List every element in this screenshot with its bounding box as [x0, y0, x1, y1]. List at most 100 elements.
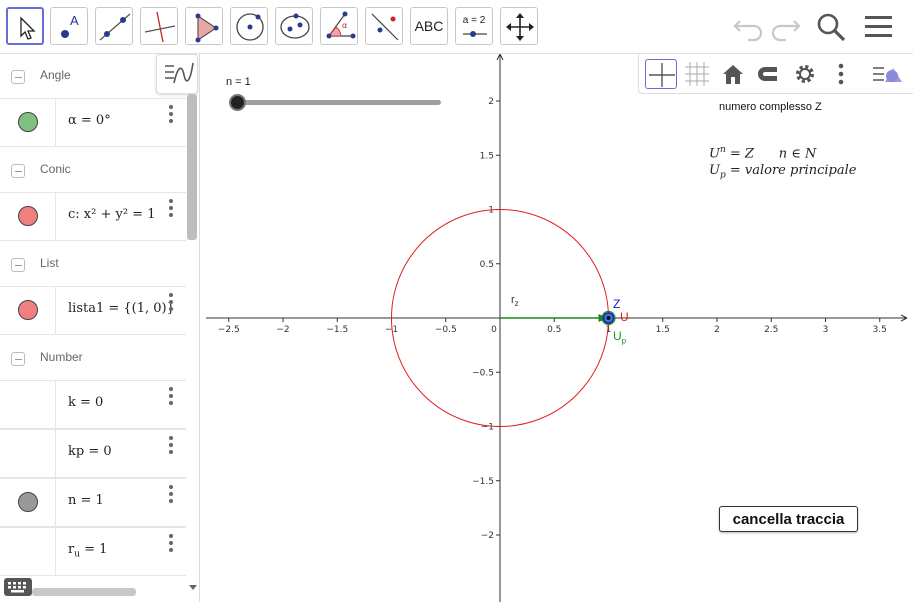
algebra-expression[interactable]: ru = 1	[68, 542, 107, 560]
label-rz: rz	[511, 294, 519, 309]
algebra-expression[interactable]: c: x² + y² = 1	[68, 207, 155, 222]
angle-icon	[326, 11, 356, 39]
algebra-row-lista1[interactable]: lista1 = {(1, 0)}	[0, 286, 186, 335]
angle-tool-button[interactable]: α	[320, 7, 358, 45]
show-axes-button[interactable]	[645, 59, 677, 89]
x-tick-label: −0.5	[435, 325, 457, 335]
visibility-marble-icon[interactable]	[18, 300, 38, 320]
reflect-tool-button[interactable]	[365, 7, 403, 45]
line-tool-button[interactable]	[95, 7, 133, 45]
x-tick-label: 3.5	[873, 325, 887, 335]
circle-tool-button[interactable]	[230, 7, 268, 45]
conic-tool-button[interactable]	[275, 7, 313, 45]
scrollbar-thumb[interactable]	[187, 94, 197, 240]
perpendicular-line-icon	[144, 11, 176, 43]
collapse-toggle-icon[interactable]	[11, 352, 25, 366]
algebra-view: Angle α = 0° Conic c: x² + y² = 1 List l…	[0, 54, 200, 602]
x-tick-label: 1.5	[656, 325, 670, 335]
y-tick-label: 1.5	[480, 151, 494, 161]
algebra-expression[interactable]: α = 0°	[68, 113, 111, 128]
algebra-expression[interactable]: kp = 0	[68, 444, 112, 459]
point-capturing-button[interactable]	[753, 59, 785, 89]
graphics-style-toggle-button[interactable]	[871, 59, 903, 89]
algebra-row-kp[interactable]: kp = 0	[0, 429, 186, 478]
algebra-row-n[interactable]: n = 1	[0, 478, 186, 527]
point-tool-button[interactable]: A	[50, 7, 88, 45]
slider-n-knob[interactable]	[229, 94, 246, 111]
perpendicular-tool-button[interactable]	[140, 7, 178, 45]
graphics-settings-button[interactable]	[789, 59, 821, 89]
graphics-view[interactable]: −2.5 −2 −1.5 −1 −0.5 0 0.5 1 1.5 2 2.5 3 3.5 2 1.5 1 0.5…	[201, 54, 913, 602]
algebra-row-conic-c[interactable]: c: x² + y² = 1	[0, 192, 186, 241]
slider-tool-button[interactable]: a = 2	[455, 7, 493, 45]
x-tick-label: −2	[276, 325, 289, 335]
show-grid-button[interactable]	[681, 59, 713, 89]
group-label: List	[40, 256, 59, 270]
geogebra-app: A α ABC a = 2 Angle α = 0° Conic c: x² +…	[0, 0, 913, 602]
undo-button[interactable]	[730, 8, 768, 46]
formula-un-equals-z: Un = Z n ∈ N	[709, 145, 817, 162]
x-tick-label: 0.5	[547, 325, 561, 335]
toolbar: A α ABC a = 2	[0, 0, 913, 54]
algebra-expression[interactable]: k = 0	[68, 395, 103, 410]
axes-icon	[649, 63, 675, 87]
move-tool-button[interactable]	[6, 7, 44, 45]
algebra-row-k[interactable]: k = 0	[0, 380, 186, 429]
graphics-style-bar	[638, 54, 913, 94]
scroll-down-arrow-icon[interactable]	[187, 582, 199, 594]
search-button[interactable]	[812, 8, 850, 46]
visibility-marble-icon[interactable]	[18, 112, 38, 132]
algebra-expression[interactable]: n = 1	[68, 493, 104, 508]
more-vert-icon[interactable]	[168, 105, 174, 123]
x-tick-label: 3	[823, 325, 829, 335]
move-graphics-tool-button[interactable]	[500, 7, 538, 45]
redo-icon	[771, 20, 801, 42]
group-label: Conic	[40, 162, 71, 176]
algebra-horizontal-scrollbar[interactable]	[32, 588, 136, 596]
y-tick-label: −1.5	[472, 477, 494, 487]
algebra-vertical-scrollbar[interactable]	[186, 94, 198, 594]
more-vert-icon[interactable]	[168, 436, 174, 454]
x-tick-label: −2.5	[218, 325, 240, 335]
more-vert-icon[interactable]	[168, 199, 174, 217]
label-point-up: Up	[613, 329, 627, 346]
redo-button[interactable]	[768, 8, 806, 46]
text-tool-button[interactable]: ABC	[410, 7, 448, 45]
group-header-conic[interactable]: Conic	[0, 148, 186, 192]
collapse-toggle-icon[interactable]	[11, 258, 25, 272]
more-vert-icon[interactable]	[168, 387, 174, 405]
more-vert-icon[interactable]	[168, 293, 174, 311]
graphics-more-button[interactable]	[825, 59, 857, 89]
standard-view-button[interactable]	[717, 59, 749, 89]
group-header-list[interactable]: List	[0, 242, 186, 286]
group-header-number[interactable]: Number	[0, 336, 186, 380]
reflect-about-line-icon	[371, 13, 399, 41]
x-tick-label: 2.5	[764, 325, 778, 335]
text-tool-label: ABC	[414, 18, 444, 34]
cancella-traccia-button[interactable]: cancella traccia	[719, 506, 858, 532]
point-tool-letter: A	[70, 13, 79, 28]
collapse-toggle-icon[interactable]	[11, 164, 25, 178]
keyboard-toggle-button[interactable]	[4, 578, 32, 596]
main-menu-button[interactable]	[860, 8, 898, 46]
y-tick-label: −2	[481, 531, 494, 541]
more-vert-icon[interactable]	[168, 485, 174, 503]
angle-tool-symbol: α	[342, 21, 348, 30]
hamburger-menu-icon	[865, 16, 892, 37]
algebra-row-alpha[interactable]: α = 0°	[0, 98, 186, 147]
more-vert-icon[interactable]	[168, 534, 174, 552]
algebra-expression[interactable]: lista1 = {(1, 0)}	[68, 301, 175, 316]
algebra-style-toggle-button[interactable]	[156, 54, 198, 94]
polygon-tool-button[interactable]	[185, 7, 223, 45]
group-label: Angle	[40, 68, 71, 82]
formula-up-principal: Up = valore principale	[709, 163, 857, 181]
visibility-marble-icon[interactable]	[18, 206, 38, 226]
collapse-toggle-icon[interactable]	[11, 70, 25, 84]
y-tick-label: 2	[488, 97, 494, 107]
visibility-marble-icon[interactable]	[18, 492, 38, 512]
slider-n-track[interactable]	[238, 100, 441, 105]
y-tick-label: −0.5	[472, 368, 494, 378]
undo-icon	[733, 20, 763, 42]
algebra-row-ru[interactable]: ru = 1	[0, 527, 186, 576]
label-point-u: U	[620, 310, 629, 324]
